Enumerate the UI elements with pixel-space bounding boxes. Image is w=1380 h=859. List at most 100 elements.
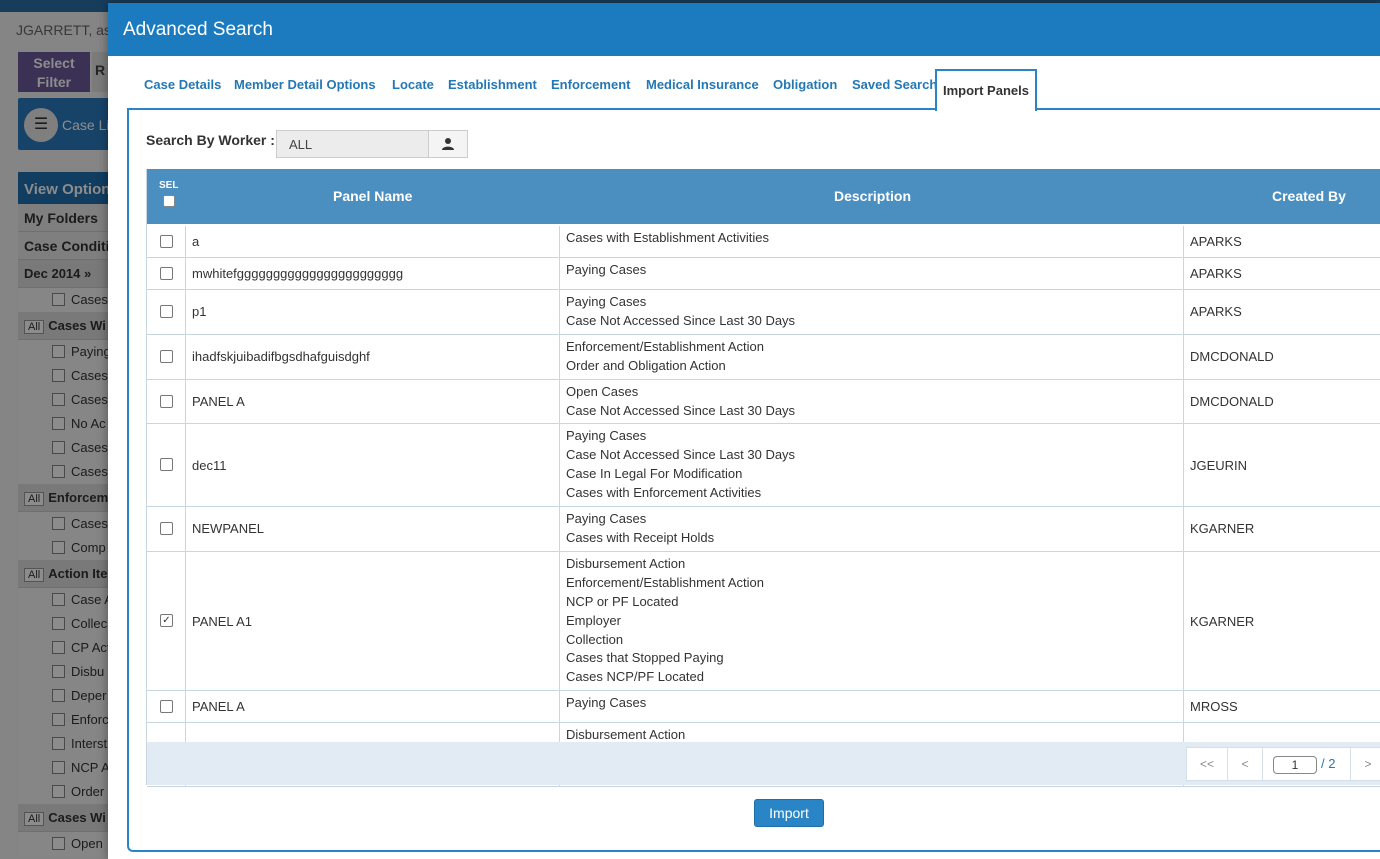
table-row[interactable]: PANEL A Open Cases Case Not Accessed Since… [147, 379, 1380, 425]
description-cell: Paying Cases [560, 258, 1184, 289]
worker-lookup-button[interactable] [428, 130, 468, 158]
table-row[interactable]: PANEL A Paying Cases MROSS [147, 691, 1380, 724]
created-by-cell: APARKS [1190, 234, 1242, 249]
pager: << < 1 / 2 > [1186, 747, 1380, 781]
description-cell: Paying Cases [560, 691, 1184, 723]
description-line: Paying Cases [566, 294, 647, 309]
panel-name-cell: dec11 [186, 424, 560, 507]
table-row[interactable]: p1 Paying Cases Case Not Accessed Since La… [147, 290, 1380, 335]
description-line: Open Cases [566, 383, 639, 399]
modal-title: Advanced Search [108, 3, 1380, 56]
created-by-cell: DMCDONALD [1190, 394, 1274, 410]
description-line: Case In Legal For Modification [566, 466, 743, 482]
row-checkbox[interactable] [160, 521, 173, 535]
description-line: Cases NCP/PF Located [566, 669, 705, 685]
description-line: Paying Cases [566, 511, 647, 527]
tab-locate[interactable]: Locate [392, 77, 434, 92]
table-row[interactable]: mwhitefggggggggggggggggggggggg Paying Cas… [147, 258, 1380, 290]
tab-saved-search[interactable]: Saved Search [852, 77, 937, 92]
panel-name-cell: NEWPANEL [186, 507, 560, 551]
worker-input[interactable]: ALL [276, 130, 430, 158]
description-cell: Paying Cases Cases with Receipt Holds [560, 507, 1184, 551]
prev-page-button[interactable]: < [1228, 748, 1262, 780]
row-checkbox[interactable] [160, 349, 173, 363]
description-line: Disbursement Action [566, 555, 686, 571]
grid-header: SEL Panel Name Description Created By [147, 169, 1380, 224]
created-by-cell: KGARNER [1190, 613, 1255, 629]
tab-medical-insurance[interactable]: Medical Insurance [646, 77, 759, 92]
row-checkbox[interactable] [160, 304, 173, 318]
search-by-worker-label: Search By Worker : [146, 132, 275, 148]
description-line: Cases with Receipt Holds [566, 529, 715, 545]
select-all-checkbox[interactable] [162, 195, 175, 207]
description-line: Paying Cases [566, 695, 647, 711]
description-cell: Enforcement/Establishment Action Order an… [560, 334, 1184, 379]
table-row[interactable]: dec11 Paying Cases Case Not Accessed Since… [147, 424, 1380, 508]
row-checkbox[interactable] [160, 394, 173, 408]
page-total: / 2 [1321, 756, 1336, 771]
row-checkbox[interactable]: ✓ [160, 614, 173, 628]
description-line: Enforcement/Establishment Action [566, 574, 764, 590]
table-row[interactable]: ihadfskjuibadifbgsdhafguisdghf Enforcemen… [147, 334, 1380, 380]
person-icon [442, 138, 454, 150]
description-cell: Paying Cases Case Not Accessed Since Last… [560, 290, 1184, 334]
tab-obligation[interactable]: Obligation [773, 77, 837, 92]
panel-name-cell: ihadfskjuibadifbgsdhafguisdghf [186, 334, 560, 379]
description-line: Case Not Accessed Since Last 30 Days [566, 312, 796, 328]
select-column-header: SEL [159, 180, 178, 207]
description-line: Case Not Accessed Since Last 30 Days [566, 447, 796, 463]
description-cell: Cases with Establishment Activities [560, 226, 1184, 257]
description-line: Enforcement/Establishment Action [566, 338, 764, 354]
panel-name-cell: PANEL A [186, 691, 560, 723]
tab-bar: Case Details Member Detail Options Locate E… [128, 69, 1380, 111]
row-checkbox[interactable] [160, 266, 173, 280]
table-row[interactable]: a Cases with Establishment Activities APAR… [147, 226, 1380, 258]
created-by-cell: APARKS [1190, 266, 1242, 281]
description-header[interactable]: Description [834, 188, 911, 204]
page-number-input[interactable]: 1 [1273, 756, 1317, 774]
select-cell [147, 424, 186, 507]
row-checkbox[interactable] [160, 234, 173, 248]
select-cell [147, 507, 186, 551]
panel-name-cell: PANEL A [186, 379, 560, 424]
import-button[interactable]: Import [754, 799, 824, 827]
select-cell [147, 691, 186, 723]
tab-establishment[interactable]: Establishment [448, 77, 537, 92]
row-checkbox[interactable] [160, 458, 173, 472]
panels-grid: SEL Panel Name Description Created By aC… [146, 169, 1380, 787]
created-by-header[interactable]: Created By [1272, 188, 1346, 204]
tab-case-details[interactable]: Case Details [144, 77, 221, 92]
description-line: Cases with Establishment Activities [566, 230, 770, 245]
panel-name-cell: p1 [186, 290, 560, 334]
tab-import-panels[interactable]: Import Panels [935, 69, 1037, 111]
select-cell [147, 379, 186, 424]
panel-name-cell: a [186, 226, 560, 257]
select-cell [147, 334, 186, 379]
created-by-cell: DMCDONALD [1190, 349, 1274, 365]
description-line: Cases that Stopped Paying [566, 650, 724, 666]
panel-name-header[interactable]: Panel Name [333, 188, 412, 204]
description-line: NCP or PF Located [566, 593, 679, 609]
description-line: Paying Cases [566, 428, 647, 444]
table-row[interactable]: ✓ PANEL A1 Disbursement Action Enforcement/… [147, 551, 1380, 692]
panel-name-cell: mwhitefggggggggggggggggggggggg [186, 258, 560, 289]
import-panels-content: Search By Worker : ALL SEL Panel Name De… [127, 108, 1380, 852]
description-cell: Disbursement Action Enforcement/Establish… [560, 551, 1184, 691]
tab-enforcement[interactable]: Enforcement [551, 77, 630, 92]
description-line: Order and Obligation Action [566, 357, 726, 373]
first-page-button[interactable]: << [1187, 748, 1227, 780]
select-cell [147, 226, 186, 257]
created-by-cell: APARKS [1190, 304, 1242, 320]
created-by-cell: MROSS [1190, 699, 1238, 715]
description-line: Collection [566, 631, 624, 647]
table-row[interactable]: NEWPANEL Paying Cases Cases with Receipt H… [147, 507, 1380, 552]
description-line: Employer [566, 612, 621, 628]
select-cell: ✓ [147, 551, 186, 691]
description-line: Paying Cases [566, 262, 647, 277]
tab-member-detail-options[interactable]: Member Detail Options [234, 77, 376, 92]
row-checkbox[interactable] [160, 699, 173, 713]
description-cell: Paying Cases Case Not Accessed Since Last… [560, 424, 1184, 507]
next-page-button[interactable]: > [1351, 748, 1380, 780]
description-line: Cases with Enforcement Activities [566, 485, 762, 501]
advanced-search-modal: Advanced Search Case Details Member Detai… [108, 3, 1380, 859]
